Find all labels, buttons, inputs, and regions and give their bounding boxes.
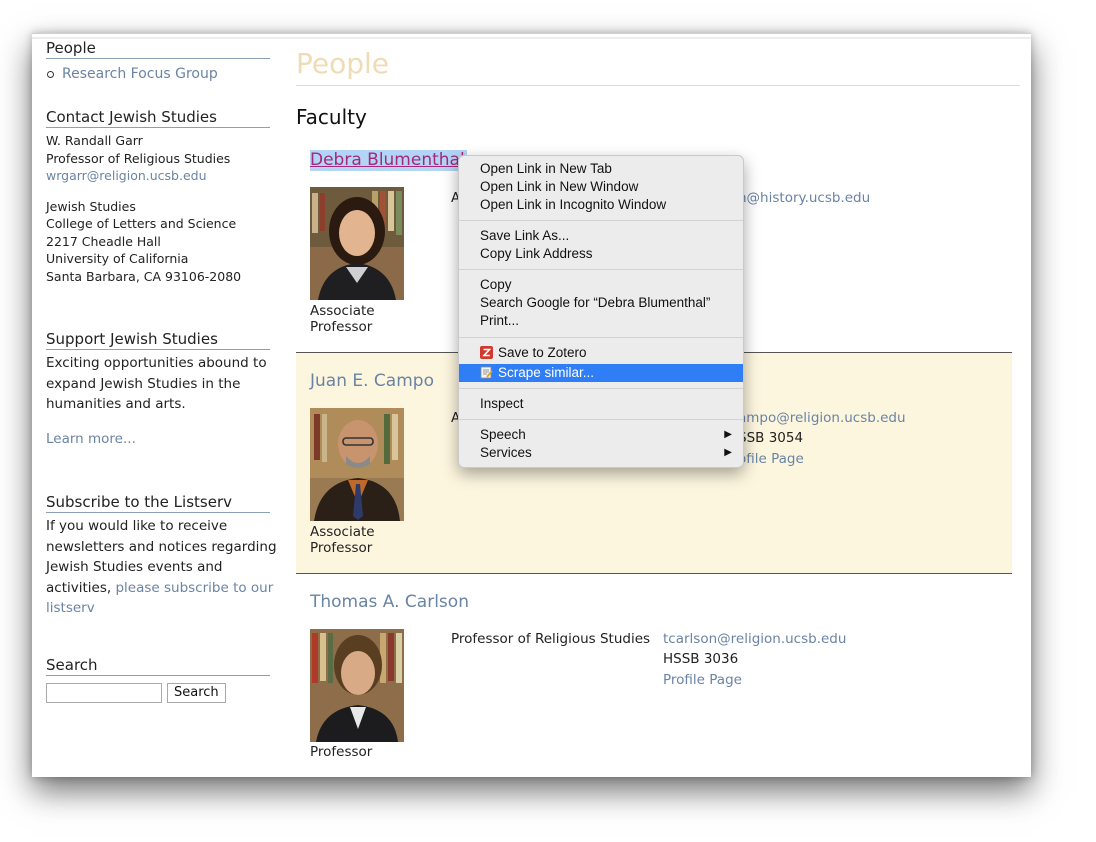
address-line: Jewish Studies bbox=[46, 198, 136, 214]
faculty-rank: Associate Professor bbox=[310, 303, 375, 335]
address-line: 2217 Cheadle Hall bbox=[46, 233, 161, 249]
research-focus-item: Research Focus Group bbox=[46, 66, 270, 82]
context-menu: Open Link in New Tab Open Link in New Wi… bbox=[458, 155, 744, 468]
faculty-role: Professor of Religious Studies bbox=[451, 631, 651, 647]
subscribe-line: activities, please subscribe to our bbox=[46, 578, 273, 599]
menu-separator bbox=[459, 220, 743, 221]
address-line: College of Letters and Science bbox=[46, 216, 237, 231]
menu-search-google[interactable]: Search Google for “Debra Blumenthal” bbox=[459, 294, 743, 312]
address-line: Santa Barbara, CA 93106-2080 bbox=[46, 268, 242, 284]
rank-line: Professor bbox=[310, 319, 373, 335]
listserv-link-cont[interactable]: listserv bbox=[46, 600, 95, 616]
support-heading: Support Jewish Studies bbox=[46, 330, 270, 350]
subscribe-heading: Subscribe to the Listserv bbox=[46, 493, 270, 513]
search-form: Search bbox=[46, 682, 270, 703]
menu-open-new-window[interactable]: Open Link in New Window bbox=[459, 178, 743, 196]
menu-save-link-as[interactable]: Save Link As... bbox=[459, 227, 743, 245]
submenu-arrow-icon: ▶ bbox=[724, 447, 732, 458]
support-line: humanities and arts. bbox=[46, 396, 186, 412]
faculty-photo bbox=[310, 408, 404, 521]
zotero-icon bbox=[480, 346, 493, 359]
rank-line: Professor bbox=[310, 540, 373, 556]
subscribe-line: newsletters and notices regarding bbox=[46, 538, 277, 555]
page-title: People bbox=[296, 47, 390, 80]
faculty-email-link[interactable]: ampo@religion.ucsb.edu bbox=[738, 410, 906, 426]
menu-copy[interactable]: Copy bbox=[459, 276, 743, 294]
top-border bbox=[32, 33, 1031, 34]
menu-label: Scrape similar... bbox=[498, 365, 595, 380]
faculty-profile-link[interactable]: Profile Page bbox=[663, 672, 742, 688]
menu-inspect[interactable]: Inspect bbox=[459, 395, 743, 413]
support-text: Exciting opportunities abound to expand … bbox=[46, 353, 270, 415]
menu-label: Save to Zotero bbox=[498, 345, 587, 360]
faculty-photo bbox=[310, 629, 404, 742]
search-button[interactable]: Search bbox=[167, 682, 226, 703]
menu-copy-link-address[interactable]: Copy Link Address bbox=[459, 245, 743, 263]
subscribe-line: If you would like to receive bbox=[46, 518, 228, 534]
subscribe-prefix: activities, bbox=[46, 579, 116, 596]
listserv-link[interactable]: please subscribe to our bbox=[115, 580, 273, 596]
sidebar: People Research Focus Group Contact Jewi… bbox=[46, 39, 277, 703]
rank-line: Associate bbox=[310, 524, 375, 540]
search-heading: Search bbox=[46, 656, 270, 676]
faculty-email-link[interactable]: tcarlson@religion.ucsb.edu bbox=[663, 631, 846, 647]
submenu-arrow-icon: ▶ bbox=[724, 429, 732, 440]
menu-open-incognito[interactable]: Open Link in Incognito Window bbox=[459, 196, 743, 214]
contact-heading: Contact Jewish Studies bbox=[46, 108, 270, 128]
subscribe-text: If you would like to receive newsletters… bbox=[46, 516, 277, 619]
faculty-photo bbox=[310, 187, 404, 300]
address-line: University of California bbox=[46, 251, 189, 266]
research-focus-link[interactable]: Research Focus Group bbox=[62, 66, 218, 82]
menu-scrape-similar[interactable]: Scrape similar... bbox=[459, 364, 743, 382]
menu-print[interactable]: Print... bbox=[459, 312, 743, 330]
faculty-card: Thomas A. Carlson Professor Professor of… bbox=[296, 574, 1012, 774]
menu-save-to-zotero[interactable]: Save to Zotero bbox=[459, 344, 743, 362]
menu-label: Speech bbox=[480, 427, 526, 442]
faculty-name-link[interactable]: Thomas A. Carlson bbox=[310, 592, 469, 612]
menu-speech[interactable]: Speech ▶ bbox=[459, 426, 743, 444]
menu-separator bbox=[459, 337, 743, 338]
faculty-email-link[interactable]: n@history.ucsb.edu bbox=[738, 190, 870, 206]
menu-services[interactable]: Services ▶ bbox=[459, 444, 743, 462]
faculty-rank: Associate Professor bbox=[310, 524, 375, 556]
menu-separator bbox=[459, 419, 743, 420]
title-divider bbox=[296, 85, 1020, 86]
support-line: Exciting opportunities abound to bbox=[46, 355, 267, 371]
faculty-name-link[interactable]: Debra Blumenthal bbox=[310, 150, 467, 171]
faculty-rank: Professor bbox=[310, 744, 372, 760]
bullet-icon bbox=[47, 70, 54, 78]
rank-line: Associate bbox=[310, 303, 375, 319]
menu-separator bbox=[459, 269, 743, 270]
contact-block: W. Randall Garr Professor of Religious S… bbox=[46, 132, 270, 185]
scraper-icon bbox=[480, 366, 493, 379]
contact-email-link[interactable]: wrgarr@religion.ucsb.edu bbox=[46, 168, 207, 183]
menu-label: Services bbox=[480, 445, 532, 460]
faculty-room: HSSB 3036 bbox=[663, 651, 739, 667]
people-heading: People bbox=[46, 39, 270, 59]
faculty-room: SSB 3054 bbox=[738, 430, 804, 446]
menu-open-new-tab[interactable]: Open Link in New Tab bbox=[459, 160, 743, 178]
faculty-name-link[interactable]: Juan E. Campo bbox=[310, 371, 434, 391]
section-title: Faculty bbox=[296, 105, 367, 129]
address-block: Jewish Studies College of Letters and Sc… bbox=[46, 198, 270, 286]
support-line: expand Jewish Studies in the bbox=[46, 375, 241, 392]
contact-name: W. Randall Garr bbox=[46, 133, 143, 148]
rank-line: Professor bbox=[310, 744, 373, 760]
contact-title: Professor of Religious Studies bbox=[46, 150, 231, 166]
learn-more-link[interactable]: Learn more... bbox=[46, 431, 136, 447]
menu-separator bbox=[459, 388, 743, 389]
faculty-profile-link[interactable]: ofile Page bbox=[738, 451, 804, 467]
search-input[interactable] bbox=[46, 682, 162, 703]
subscribe-line: Jewish Studies events and bbox=[46, 559, 223, 575]
